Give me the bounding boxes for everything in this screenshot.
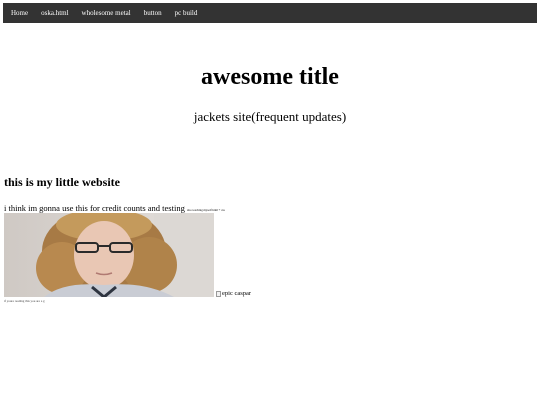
broken-image-icon bbox=[216, 290, 221, 297]
nav-link-home[interactable]: Home bbox=[3, 3, 34, 23]
page-title: awesome title bbox=[201, 64, 339, 90]
page-subtitle: jackets site(frequent updates) bbox=[193, 109, 347, 124]
nav-link-oska[interactable]: oska.html bbox=[35, 3, 74, 23]
intro-paragraph: i think im gonna use this for credit cou… bbox=[4, 203, 225, 213]
nav-link-pc-build[interactable]: pc build bbox=[169, 3, 204, 23]
nav-link-button[interactable]: button bbox=[138, 3, 168, 23]
profile-photo bbox=[4, 213, 214, 297]
broken-image-alt-text: epic caspar bbox=[222, 290, 252, 297]
intro-text: i think im gonna use this for credit cou… bbox=[4, 203, 185, 213]
photo-illustration bbox=[4, 213, 214, 297]
nav-link-wholesome-metal[interactable]: wholesome metal bbox=[76, 3, 137, 23]
top-navbar: Home oska.html wholesome metal button pc… bbox=[3, 3, 537, 23]
footer-note: if youre reading this you are a g bbox=[4, 299, 45, 303]
small-note: also teaching myself html + css bbox=[186, 208, 225, 212]
section-heading: this is my little website bbox=[4, 175, 120, 189]
broken-image: epic caspar bbox=[216, 290, 251, 297]
